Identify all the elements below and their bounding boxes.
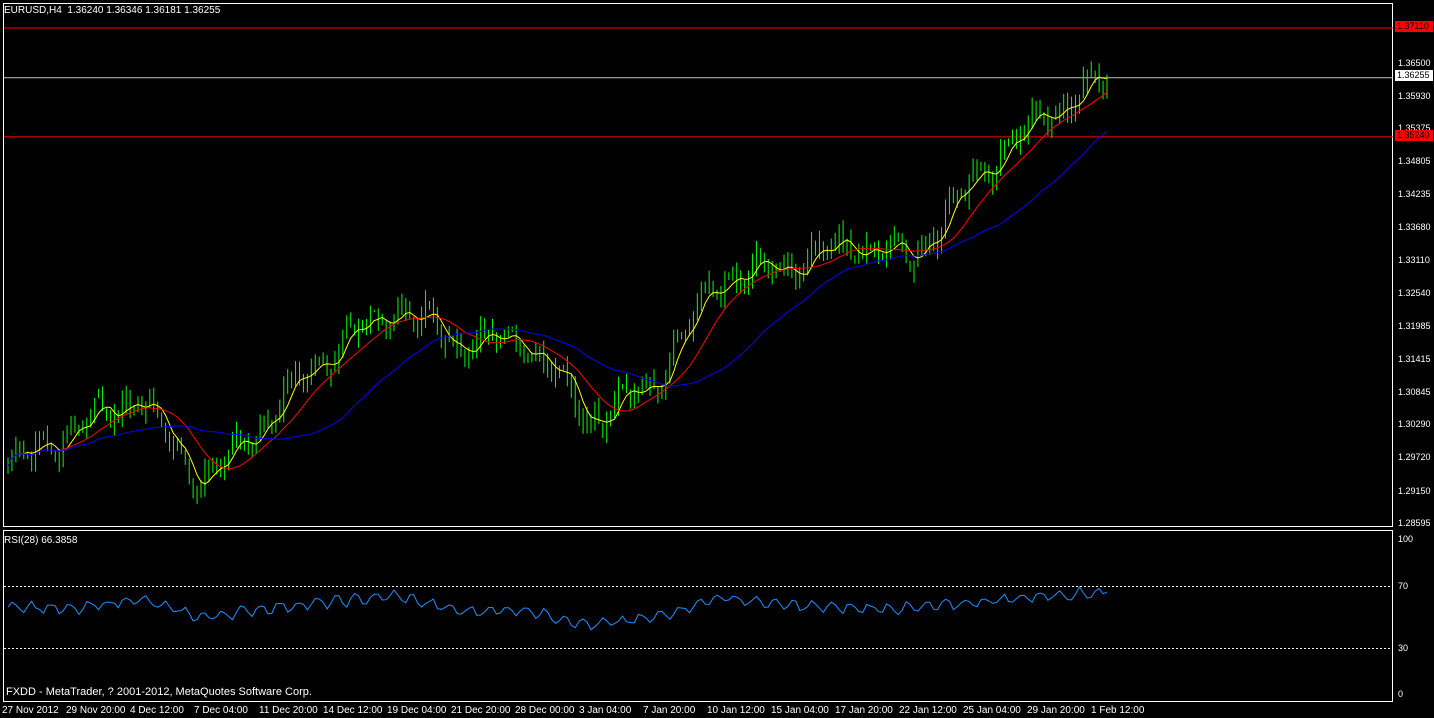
copyright-text: FXDD - MetaTrader, ? 2001-2012, MetaQuot… <box>6 686 312 698</box>
time-tick-label: 21 Dec 20:00 <box>451 705 511 716</box>
time-tick-label: 25 Jan 04:00 <box>963 705 1021 716</box>
time-tick-label: 4 Dec 12:00 <box>130 705 184 716</box>
time-tick-label: 11 Dec 20:00 <box>259 705 318 716</box>
chart-title: EURUSD,H4 1.36240 1.36346 1.36181 1.3625… <box>4 5 221 16</box>
price-tick-label: 1.33110 <box>1398 255 1430 265</box>
time-tick-label: 14 Dec 12:00 <box>323 705 383 716</box>
price-tick-label: 1.35930 <box>1398 90 1431 101</box>
time-tick-label: 28 Dec 00:00 <box>515 705 575 716</box>
time-tick-label: 27 Nov 2012 <box>2 705 59 716</box>
resistance-price-tag: 1.37110 <box>1395 21 1433 32</box>
rsi-level-label: 70 <box>1398 580 1409 591</box>
time-tick-label: 15 Jan 04:00 <box>771 705 829 716</box>
time-tick-label: 1 Feb 12:00 <box>1091 705 1145 716</box>
price-tick-label: 1.29150 <box>1398 485 1431 496</box>
current-price-tag: 1.36255 <box>1395 70 1433 81</box>
rsi-level-label: 0 <box>1398 689 1404 699</box>
rsi-axis: 100 70 30 0 <box>1394 530 1434 702</box>
time-tick-label: 7 Jan 20:00 <box>643 705 696 716</box>
rsi-level-label: 30 <box>1398 642 1409 653</box>
fast-moving-average <box>7 76 1108 485</box>
price-tick-label: 1.34235 <box>1398 189 1431 200</box>
slow-moving-average <box>7 131 1108 466</box>
price-tick-label: 1.29720 <box>1398 452 1431 463</box>
medium-moving-average <box>7 91 1108 469</box>
price-tick-label: 1.31985 <box>1398 320 1431 331</box>
rsi-title: RSI(28) 66.3858 <box>4 535 78 546</box>
price-tick-label: 1.34805 <box>1398 156 1431 167</box>
time-tick-label: 7 Dec 04:00 <box>194 705 248 716</box>
price-tick-label: 1.30290 <box>1398 419 1431 430</box>
price-tick-label: 1.30845 <box>1398 386 1431 397</box>
time-tick-label: 10 Jan 12:00 <box>707 705 765 716</box>
chart-canvas <box>4 27 1393 649</box>
rsi-level-label: 100 <box>1398 534 1414 544</box>
price-tick-label: 1.28595 <box>1398 518 1431 528</box>
time-tick-label: 17 Jan 20:00 <box>835 705 893 716</box>
time-tick-label: 22 Jan 12:00 <box>899 705 957 716</box>
support-price-tag: 1.35240 <box>1395 130 1433 141</box>
time-tick-label: 19 Dec 04:00 <box>387 705 447 716</box>
time-axis: 27 Nov 2012 29 Nov 20:00 4 Dec 12:00 7 Dec … <box>0 703 1434 718</box>
price-tick-label: 1.31415 <box>1398 353 1431 364</box>
time-tick-label: 29 Nov 20:00 <box>66 705 126 716</box>
price-tick-label: 1.33680 <box>1398 221 1431 232</box>
price-tick-label: 1.32540 <box>1398 288 1431 299</box>
time-tick-label: 29 Jan 20:00 <box>1027 705 1085 716</box>
price-tick-label: 1.36500 <box>1398 57 1431 68</box>
time-tick-label: 3 Jan 04:00 <box>579 705 632 716</box>
rsi-line <box>7 585 1108 631</box>
